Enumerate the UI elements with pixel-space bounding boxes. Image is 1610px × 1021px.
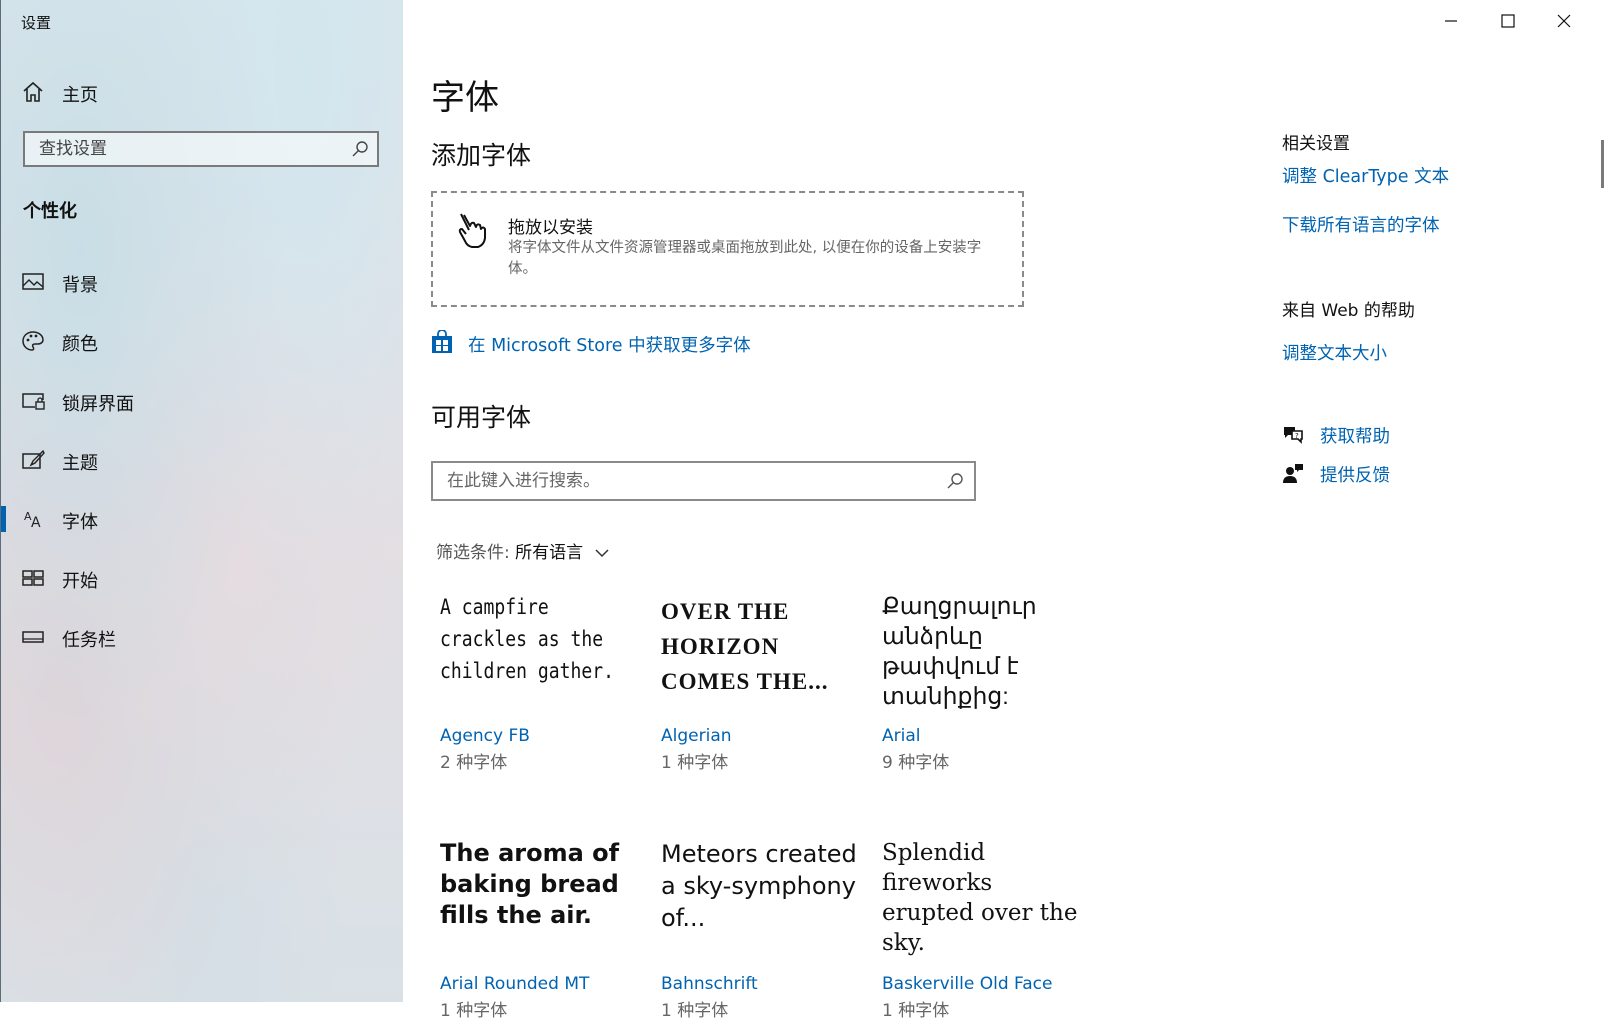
chat-help-icon: ? xyxy=(1284,427,1303,444)
font-tile-arial[interactable]: Քաղցրալուր անձրևը թափվում է տանիքից: Ari… xyxy=(882,591,1082,773)
download-fonts-link[interactable]: 下载所有语言的字体 xyxy=(1282,212,1440,237)
font-preview: Meteors created a sky-symphony of... xyxy=(661,840,857,932)
font-tile-bahnschrift[interactable]: Meteors created a sky-symphony of... Bah… xyxy=(661,838,861,1021)
minimize-icon[interactable] xyxy=(1423,0,1479,42)
scrollbar[interactable] xyxy=(1601,140,1604,188)
font-search-box[interactable] xyxy=(431,461,976,501)
font-name[interactable]: Baskerville Old Face xyxy=(882,974,1082,994)
font-name[interactable]: Algerian xyxy=(661,726,861,746)
start-icon xyxy=(22,570,44,586)
chevron-down-icon[interactable] xyxy=(595,548,609,558)
taskbar-icon xyxy=(22,631,44,643)
svg-text:?: ? xyxy=(1295,432,1299,440)
section-title: 个性化 xyxy=(23,201,77,222)
available-fonts-heading: 可用字体 xyxy=(431,403,532,432)
cleartype-link[interactable]: 调整 ClearType 文本 xyxy=(1282,163,1449,188)
font-icon: A A xyxy=(24,510,41,530)
language-filter[interactable]: 筛选条件: 所有语言 xyxy=(436,538,609,563)
store-link-label[interactable]: 在 Microsoft Store 中获取更多字体 xyxy=(468,332,751,357)
window-title: 设置 xyxy=(21,14,52,32)
font-preview: Splendid fireworks erupted over the sky. xyxy=(882,840,1078,956)
font-count: 9 种字体 xyxy=(882,753,950,773)
feedback-label[interactable]: 提供反馈 xyxy=(1320,462,1390,487)
nav-home-label: 主页 xyxy=(62,85,98,106)
nav-start-label: 开始 xyxy=(62,571,98,592)
home-icon xyxy=(23,81,43,102)
store-bag-icon xyxy=(432,330,452,353)
nav-start[interactable]: 开始 xyxy=(1,557,403,599)
hand-pointer-icon xyxy=(458,213,486,248)
filter-label: 筛选条件: xyxy=(436,543,516,563)
nav-themes[interactable]: 主题 xyxy=(1,439,403,481)
get-help-label[interactable]: 获取帮助 xyxy=(1320,423,1390,448)
nav-home[interactable]: 主页 xyxy=(1,71,403,113)
drop-description: 将字体文件从文件资源管理器或桌面拖放到此处, 以便在你的设备上安装字体。 xyxy=(508,240,982,277)
nav-taskbar[interactable]: 任务栏 xyxy=(1,616,403,658)
add-fonts-heading: 添加字体 xyxy=(431,141,532,170)
page-title: 字体 xyxy=(431,78,499,118)
feedback-icon xyxy=(1283,464,1303,483)
nav-colors-label: 颜色 xyxy=(62,334,98,355)
font-tile-arial-rounded-mt[interactable]: The aroma of baking bread fills the air.… xyxy=(440,838,640,1021)
nav-background-label: 背景 xyxy=(62,275,98,296)
font-count: 1 种字体 xyxy=(882,1001,950,1021)
font-name[interactable]: Agency FB xyxy=(440,726,640,746)
font-count: 1 种字体 xyxy=(440,1001,508,1021)
related-settings-heading: 相关设置 xyxy=(1282,134,1350,154)
font-tile-algerian[interactable]: OVER THE HORIZON COMES THE... Algerian 1… xyxy=(661,594,861,773)
font-search-input[interactable] xyxy=(433,463,951,499)
filter-value[interactable]: 所有语言 xyxy=(515,543,583,563)
font-count: 1 种字体 xyxy=(661,753,729,773)
close-icon[interactable] xyxy=(1536,0,1592,42)
font-count: 2 种字体 xyxy=(440,753,508,773)
drop-title: 拖放以安装 xyxy=(508,218,593,238)
search-icon[interactable] xyxy=(946,472,964,490)
nav-colors[interactable]: 颜色 xyxy=(1,320,403,362)
font-name[interactable]: Arial Rounded MT xyxy=(440,974,640,994)
svg-text:A: A xyxy=(31,515,41,530)
settings-search-box[interactable] xyxy=(23,131,379,167)
text-size-link[interactable]: 调整文本大小 xyxy=(1282,340,1387,365)
nav-lock-screen[interactable]: 锁屏界面 xyxy=(1,380,403,422)
sidebar: 设置 主页 个性化 背景 颜色 锁屏界面 xyxy=(0,0,403,1002)
font-name[interactable]: Bahnschrift xyxy=(661,974,861,994)
search-icon[interactable] xyxy=(351,140,369,158)
font-count: 1 种字体 xyxy=(661,1001,729,1021)
font-preview: Քաղցրալուր անձրևը թափվում է տանիքից: xyxy=(882,593,1037,709)
settings-search-input[interactable] xyxy=(25,133,363,165)
nav-taskbar-label: 任务栏 xyxy=(62,630,116,651)
font-tile-agency-fb[interactable]: A campfire crackles as the children gath… xyxy=(440,591,640,773)
font-drop-zone[interactable]: 拖放以安装 将字体文件从文件资源管理器或桌面拖放到此处, 以便在你的设备上安装字… xyxy=(431,191,1024,307)
picture-icon xyxy=(22,273,44,290)
nav-fonts[interactable]: A A 字体 xyxy=(1,498,403,540)
nav-lock-screen-label: 锁屏界面 xyxy=(62,394,134,415)
main-content: 字体 添加字体 拖放以安装 将字体文件从文件资源管理器或桌面拖放到此处, 以便在… xyxy=(403,0,1610,1021)
nav-background[interactable]: 背景 xyxy=(1,261,403,303)
font-preview: OVER THE HORIZON COMES THE... xyxy=(661,599,829,694)
maximize-icon[interactable] xyxy=(1480,0,1536,42)
web-help-heading: 来自 Web 的帮助 xyxy=(1282,301,1415,321)
nav-fonts-label: 字体 xyxy=(62,512,98,533)
font-preview: A campfire crackles as the children gath… xyxy=(440,595,614,683)
font-tile-baskerville-old-face[interactable]: Splendid fireworks erupted over the sky.… xyxy=(882,838,1082,1021)
nav-themes-label: 主题 xyxy=(62,453,98,474)
font-name[interactable]: Arial xyxy=(882,726,1082,746)
theme-brush-icon xyxy=(22,449,45,469)
palette-icon xyxy=(22,331,44,351)
font-preview: The aroma of baking bread fills the air. xyxy=(440,839,620,929)
lock-screen-icon xyxy=(22,393,45,410)
